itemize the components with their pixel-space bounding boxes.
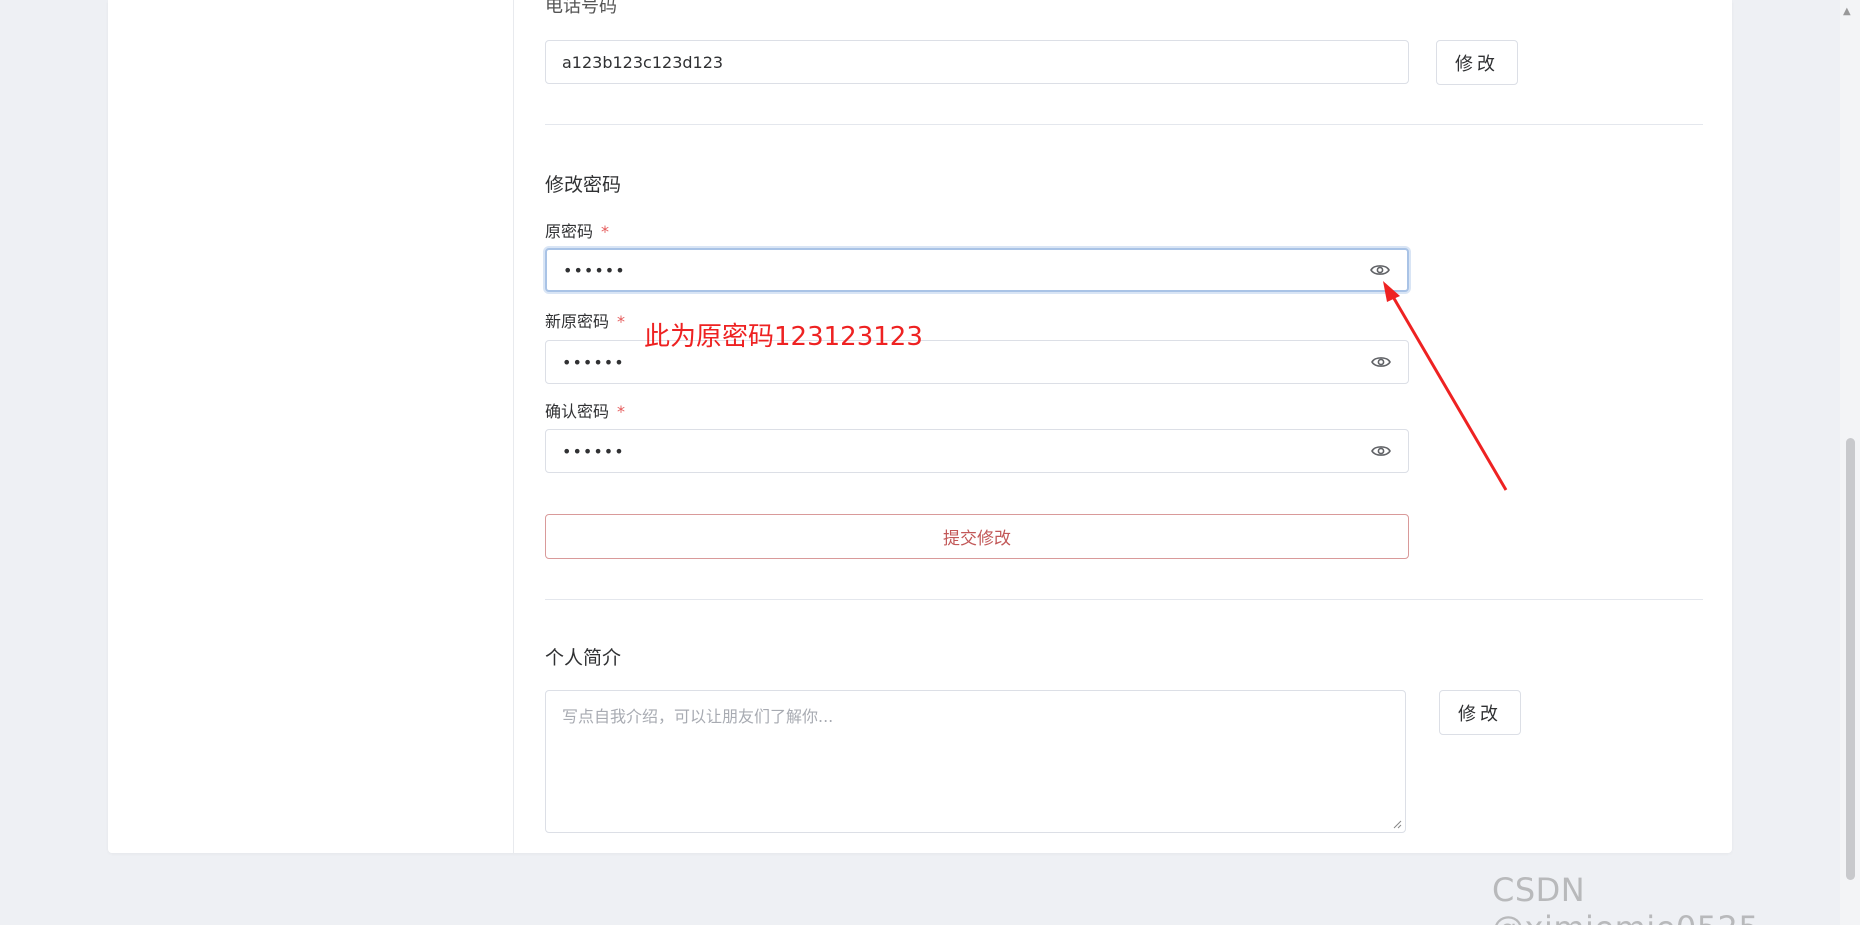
confirm-password-input[interactable]: •••••• xyxy=(545,429,1409,473)
submit-password-button[interactable]: 提交修改 xyxy=(545,514,1409,559)
bio-section-title: 个人简介 xyxy=(545,647,622,669)
settings-content: 电话号码 a123b123c123d123 修改 修改密码 原密码 * •••••… xyxy=(545,0,1703,853)
confirm-password-label: 确认密码 * xyxy=(545,398,625,422)
confirm-password-value: •••••• xyxy=(562,441,625,461)
password-section-title: 修改密码 xyxy=(545,174,622,196)
scrollbar-thumb[interactable] xyxy=(1846,438,1855,880)
bio-placeholder: 写点自我介绍，可以让朋友们了解你... xyxy=(562,707,834,726)
phone-section-label: 电话号码 xyxy=(545,0,617,17)
bio-edit-button[interactable]: 修改 xyxy=(1439,690,1521,735)
new-password-value: •••••• xyxy=(562,352,625,372)
confirm-password-label-text: 确认密码 xyxy=(545,402,610,421)
phone-input-value: a123b123c123d123 xyxy=(562,52,724,72)
resize-handle-icon[interactable] xyxy=(1392,819,1402,829)
settings-card: 电话号码 a123b123c123d123 修改 修改密码 原密码 * •••••… xyxy=(108,0,1732,853)
watermark: CSDN @ximiemie0525 xyxy=(1492,871,1759,925)
new-password-label-text: 新原密码 xyxy=(545,312,610,331)
eye-icon[interactable] xyxy=(1370,351,1392,373)
annotation-text: 此为原密码123123123 xyxy=(644,322,923,352)
old-password-value: •••••• xyxy=(563,260,626,280)
bio-textarea[interactable]: 写点自我介绍，可以让朋友们了解你... xyxy=(545,690,1406,833)
old-password-label: 原密码 * xyxy=(545,218,609,242)
section-divider-2 xyxy=(545,599,1703,600)
required-mark: * xyxy=(601,222,610,241)
page: 电话号码 a123b123c123d123 修改 修改密码 原密码 * •••••… xyxy=(0,0,1860,925)
required-mark: * xyxy=(617,312,626,331)
eye-icon[interactable] xyxy=(1369,259,1391,281)
required-mark: * xyxy=(617,402,626,421)
phone-input[interactable]: a123b123c123d123 xyxy=(545,40,1409,84)
old-password-input[interactable]: •••••• xyxy=(545,248,1409,292)
new-password-label: 新原密码 * xyxy=(545,308,625,332)
eye-icon[interactable] xyxy=(1370,440,1392,462)
phone-edit-button[interactable]: 修改 xyxy=(1436,40,1518,85)
old-password-label-text: 原密码 xyxy=(545,222,594,241)
scroll-up-icon[interactable]: ▲ xyxy=(1843,6,1851,17)
sidebar-divider xyxy=(513,0,514,853)
section-divider-1 xyxy=(545,124,1703,125)
